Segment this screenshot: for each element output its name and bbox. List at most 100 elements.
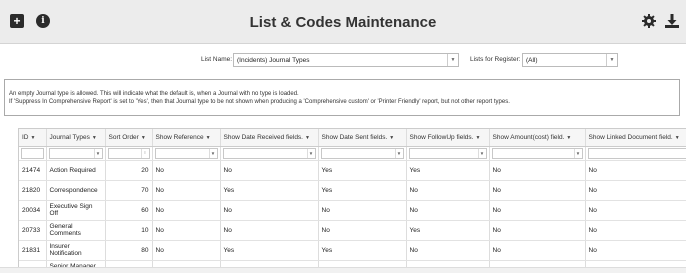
cell-journal-type: Action Required	[46, 160, 106, 181]
info-message-box: An empty Journal type is allowed. This w…	[4, 79, 680, 116]
sort-icon[interactable]: ▼	[141, 135, 146, 141]
column-filter-select[interactable]: ▼	[587, 147, 686, 159]
table-row[interactable]: 20733 General Comments 10 No No No Yes N…	[19, 220, 686, 241]
column-header[interactable]: Journal Types ▼	[46, 129, 106, 147]
cell-show-date-received: No	[220, 220, 319, 241]
cell-journal-type: Correspondence	[46, 180, 106, 201]
table-row[interactable]: 21820 Correspondence 70 No Yes Yes No No…	[19, 180, 686, 201]
sort-icon[interactable]: ▼	[566, 135, 571, 141]
lists-for-register-label: Lists for Register:	[470, 56, 521, 63]
sort-icon[interactable]: ▼	[31, 135, 36, 141]
column-header[interactable]: Show Date Sent fields. ▼	[318, 129, 407, 147]
cell-show-date-received: Yes	[220, 180, 319, 201]
cell-show-date-sent: Yes	[318, 160, 407, 181]
cell-show-date-received: Yes	[220, 240, 319, 261]
chevron-down-icon: ▼	[306, 148, 315, 158]
cell-show-amount: No	[489, 220, 586, 241]
table-row[interactable]: 21474 Action Required 20 No No Yes Yes N…	[19, 160, 686, 181]
header-row: ID ▼ Journal Types ▼ Sort Order ▼ Show Refe…	[19, 129, 686, 147]
lists-for-register-value: (All)	[526, 57, 538, 64]
cell-show-date-received: No	[220, 200, 319, 221]
list-name-value: (Incidents) Journal Types	[237, 57, 310, 64]
cell-show-linked-document: No	[585, 220, 686, 241]
cell-id: 20034	[19, 200, 47, 221]
chevron-down-icon: ▼	[573, 148, 582, 158]
list-name-label: List Name:	[201, 56, 233, 63]
cell-show-date-received: No	[220, 160, 319, 181]
column-header[interactable]: Show Amount(cost) field. ▼	[489, 129, 586, 147]
column-filter-select[interactable]: ▼	[320, 147, 404, 159]
cell-journal-type: Executive Sign Off	[46, 200, 106, 221]
column-header[interactable]: Show Reference ▼	[152, 129, 221, 147]
column-filter-select[interactable]: ▼	[408, 147, 487, 159]
chevron-down-icon: ▼	[477, 148, 486, 158]
cell-id: 21831	[19, 240, 47, 261]
cell-show-linked-document: No	[585, 200, 686, 221]
sort-icon[interactable]: ▼	[92, 135, 97, 141]
cell-show-date-sent: No	[318, 220, 407, 241]
column-filter-select[interactable]: ▼	[222, 147, 316, 159]
sort-icon[interactable]: ▼	[675, 135, 680, 141]
cell-sort-order: 20	[105, 160, 153, 181]
cell-show-reference: No	[152, 160, 221, 181]
page-title: List & Codes Maintenance	[249, 14, 437, 31]
column-filter-input[interactable]	[21, 147, 44, 159]
cell-show-linked-document: No	[585, 240, 686, 261]
cell-show-followup: No	[406, 180, 490, 201]
chevron-down-icon: ▼	[394, 148, 403, 158]
table-row[interactable]: 20034 Executive Sign Off 60 No No No No …	[19, 200, 686, 221]
column-header[interactable]: Show Date Received fields. ▼	[220, 129, 319, 147]
cell-sort-order: 80	[105, 240, 153, 261]
list-name-select[interactable]: (Incidents) Journal Types ▼	[233, 53, 459, 67]
info-line-1: An empty Journal type is allowed. This w…	[9, 91, 299, 97]
cell-journal-type: Insurer Notification	[46, 240, 106, 261]
cell-sort-order: 10	[105, 220, 153, 241]
cell-id: 21820	[19, 180, 47, 201]
column-filter-stepper[interactable]: ⁝	[107, 147, 150, 159]
chevron-down-icon: ▼	[447, 54, 458, 66]
cell-show-amount: No	[489, 160, 586, 181]
column-filter-select[interactable]: ▼	[48, 147, 103, 159]
cell-show-reference: No	[152, 240, 221, 261]
cell-show-date-sent: Yes	[318, 180, 407, 201]
cell-show-linked-document: No	[585, 160, 686, 181]
column-filter-select[interactable]: ▼	[491, 147, 583, 159]
column-header[interactable]: ID ▼	[19, 129, 47, 147]
cell-show-amount: No	[489, 240, 586, 261]
stepper-icon: ⁝	[140, 148, 149, 158]
codes-table: ID ▼ Journal Types ▼ Sort Order ▼ Show Refe…	[18, 128, 686, 273]
app-header: + i List & Codes Maintenance	[0, 0, 686, 44]
cell-journal-type: General Comments	[46, 220, 106, 241]
cell-id: 20733	[19, 220, 47, 241]
plus-icon[interactable]: +	[10, 14, 24, 28]
lists-for-register-select[interactable]: (All) ▼	[522, 53, 618, 67]
chevron-down-icon: ▼	[208, 148, 217, 158]
column-header[interactable]: Show Linked Document field. ▼	[585, 129, 686, 147]
cell-show-date-sent: Yes	[318, 240, 407, 261]
cell-show-reference: No	[152, 200, 221, 221]
sort-icon[interactable]: ▼	[389, 135, 394, 141]
cell-show-reference: No	[152, 220, 221, 241]
download-icon[interactable]	[664, 13, 680, 29]
cell-show-linked-document: No	[585, 180, 686, 201]
cell-show-amount: No	[489, 200, 586, 221]
cell-show-followup: Yes	[406, 220, 490, 241]
filter-row: ▼ ⁝ ▼ ▼ ▼ ▼ ▼ ▼	[19, 146, 686, 161]
info-icon[interactable]: i	[36, 14, 50, 28]
column-filter-select[interactable]: ▼	[154, 147, 218, 159]
sort-icon[interactable]: ▼	[305, 135, 310, 141]
info-line-2: If 'Suppress In Comprehensive Report' is…	[9, 99, 510, 105]
cell-show-followup: No	[406, 240, 490, 261]
cell-id: 21474	[19, 160, 47, 181]
gear-icon[interactable]	[641, 13, 657, 29]
chevron-down-icon: ▼	[606, 54, 617, 66]
column-header[interactable]: Show FollowUp fields. ▼	[406, 129, 490, 147]
cell-show-amount: No	[489, 180, 586, 201]
table-row[interactable]: 21831 Insurer Notification 80 No Yes Yes…	[19, 240, 686, 261]
chevron-down-icon: ▼	[93, 148, 102, 158]
column-header[interactable]: Sort Order ▼	[105, 129, 153, 147]
cell-show-followup: Yes	[406, 160, 490, 181]
sort-icon[interactable]: ▼	[206, 135, 211, 141]
horizontal-scrollbar[interactable]	[0, 267, 686, 273]
sort-icon[interactable]: ▼	[475, 135, 480, 141]
